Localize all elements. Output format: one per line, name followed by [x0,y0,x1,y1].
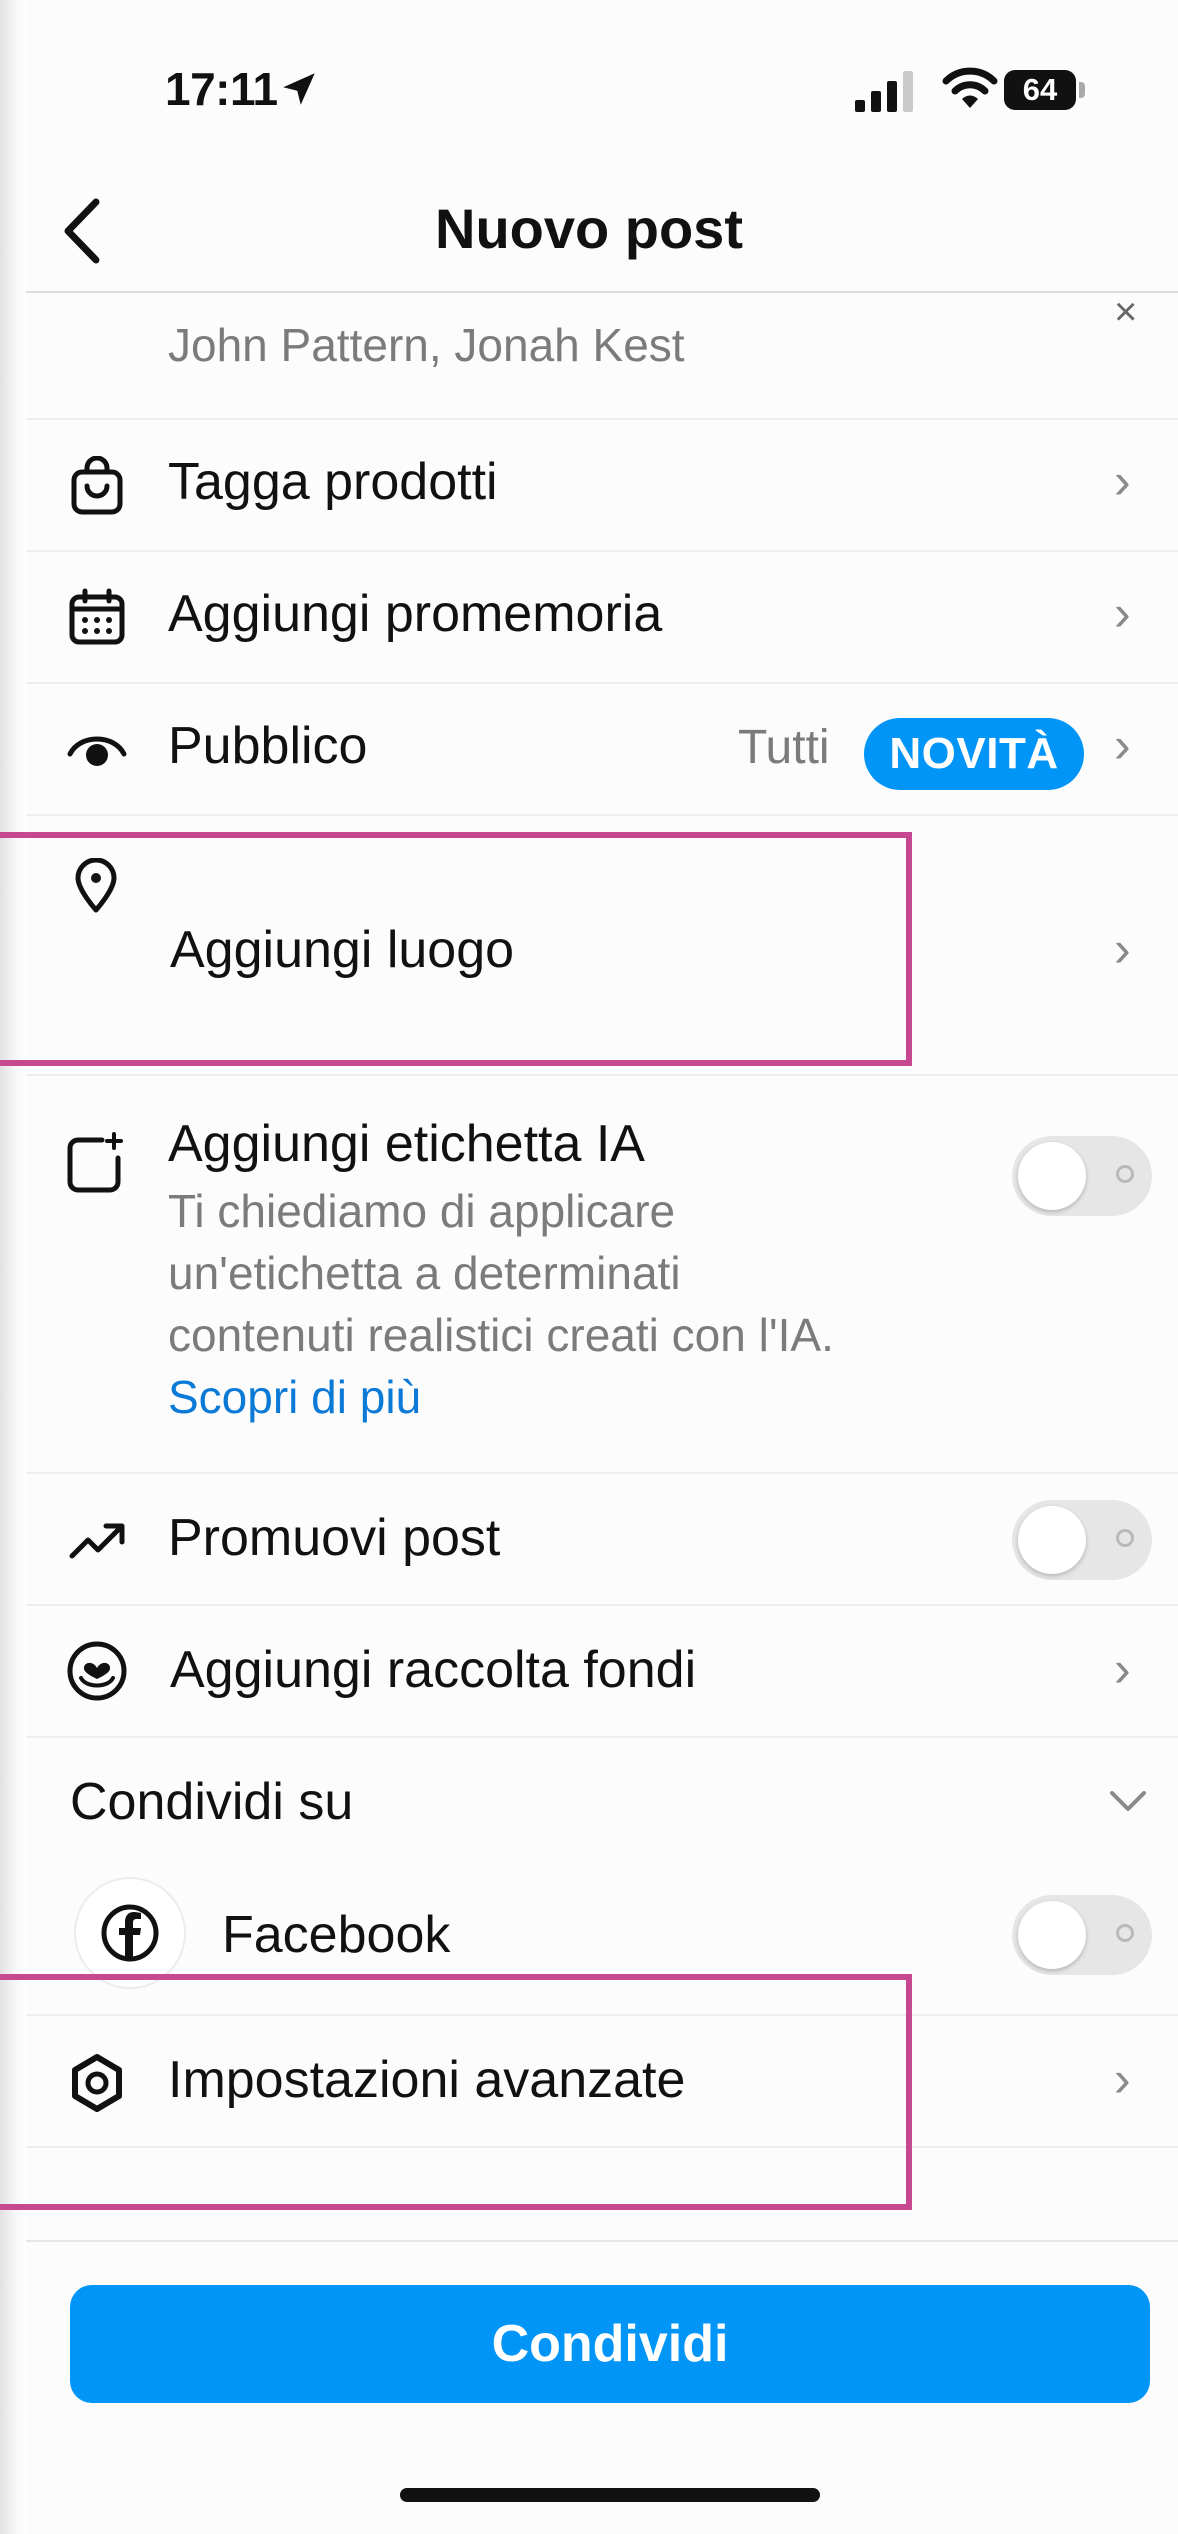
fundraiser-label: Aggiungi raccolta fondi [170,1641,697,1699]
remove-tags-button[interactable]: × [1114,290,1137,335]
location-arrow-icon [283,73,315,105]
chevron-right-icon: › [1114,2051,1131,2107]
facebook-icon [101,1904,159,1962]
facebook-share-toggle[interactable] [1012,1895,1152,1975]
status-time: 17:11 [165,63,278,115]
cellular-signal-icon [855,71,913,112]
wifi-icon [942,67,998,108]
ai-label-description-line: contenuti realistici creati con l'IA. [168,1309,834,1361]
toggle-off-indicator [1116,1924,1134,1942]
share-button[interactable]: Condividi [70,2285,1150,2403]
add-reminder-label: Aggiungi promemoria [168,585,663,643]
ai-label-toggle[interactable] [1012,1136,1152,1216]
facebook-label: Facebook [222,1906,451,1964]
battery-indicator: 64 [1004,70,1076,110]
share-on-label: Condividi su [70,1773,354,1831]
toggle-off-indicator [1116,1529,1134,1547]
ai-label-description-line: Ti chiediamo di applicare [168,1185,676,1237]
chevron-right-icon: › [1114,717,1131,773]
new-badge: NOVITÀ [864,718,1084,790]
ai-label-description-line: un'etichetta a determinati [168,1247,681,1299]
page-title: Nuovo post [435,197,743,260]
footer-divider [26,2240,1178,2242]
ai-label-icon [67,1132,123,1193]
battery-nub [1079,82,1085,98]
trending-up-icon [69,1523,125,1559]
promote-post-toggle[interactable] [1012,1500,1152,1580]
header-divider [26,291,1178,293]
back-chevron-icon[interactable] [60,196,104,266]
audience-value: Tutti [738,721,830,774]
toggle-knob [1018,1901,1086,1969]
chevron-right-icon: › [1114,585,1131,641]
heart-circle-icon [67,1641,127,1701]
eye-icon [67,736,127,766]
toggle-knob [1018,1506,1086,1574]
tagged-people-names: John Pattern, Jonah Kest [168,319,685,371]
audience-label: Pubblico [168,717,368,775]
home-indicator[interactable] [400,2488,820,2502]
tag-products-label: Tagga prodotti [168,453,498,511]
chevron-down-icon [1110,1791,1146,1811]
highlight-box-advanced-settings [0,1974,912,2210]
highlight-box-location [0,832,912,1066]
toggle-knob [1018,1142,1086,1210]
toggle-off-indicator [1116,1165,1134,1183]
ai-label-title: Aggiungi etichetta IA [168,1115,645,1173]
chevron-right-icon: › [1114,1641,1131,1697]
chevron-right-icon: › [1114,921,1131,977]
chevron-right-icon: › [1114,453,1131,509]
promote-post-label: Promuovi post [168,1509,501,1567]
calendar-icon [69,588,125,645]
shopping-bag-icon [71,456,123,515]
learn-more-link[interactable]: Scopri di più [168,1370,421,1424]
